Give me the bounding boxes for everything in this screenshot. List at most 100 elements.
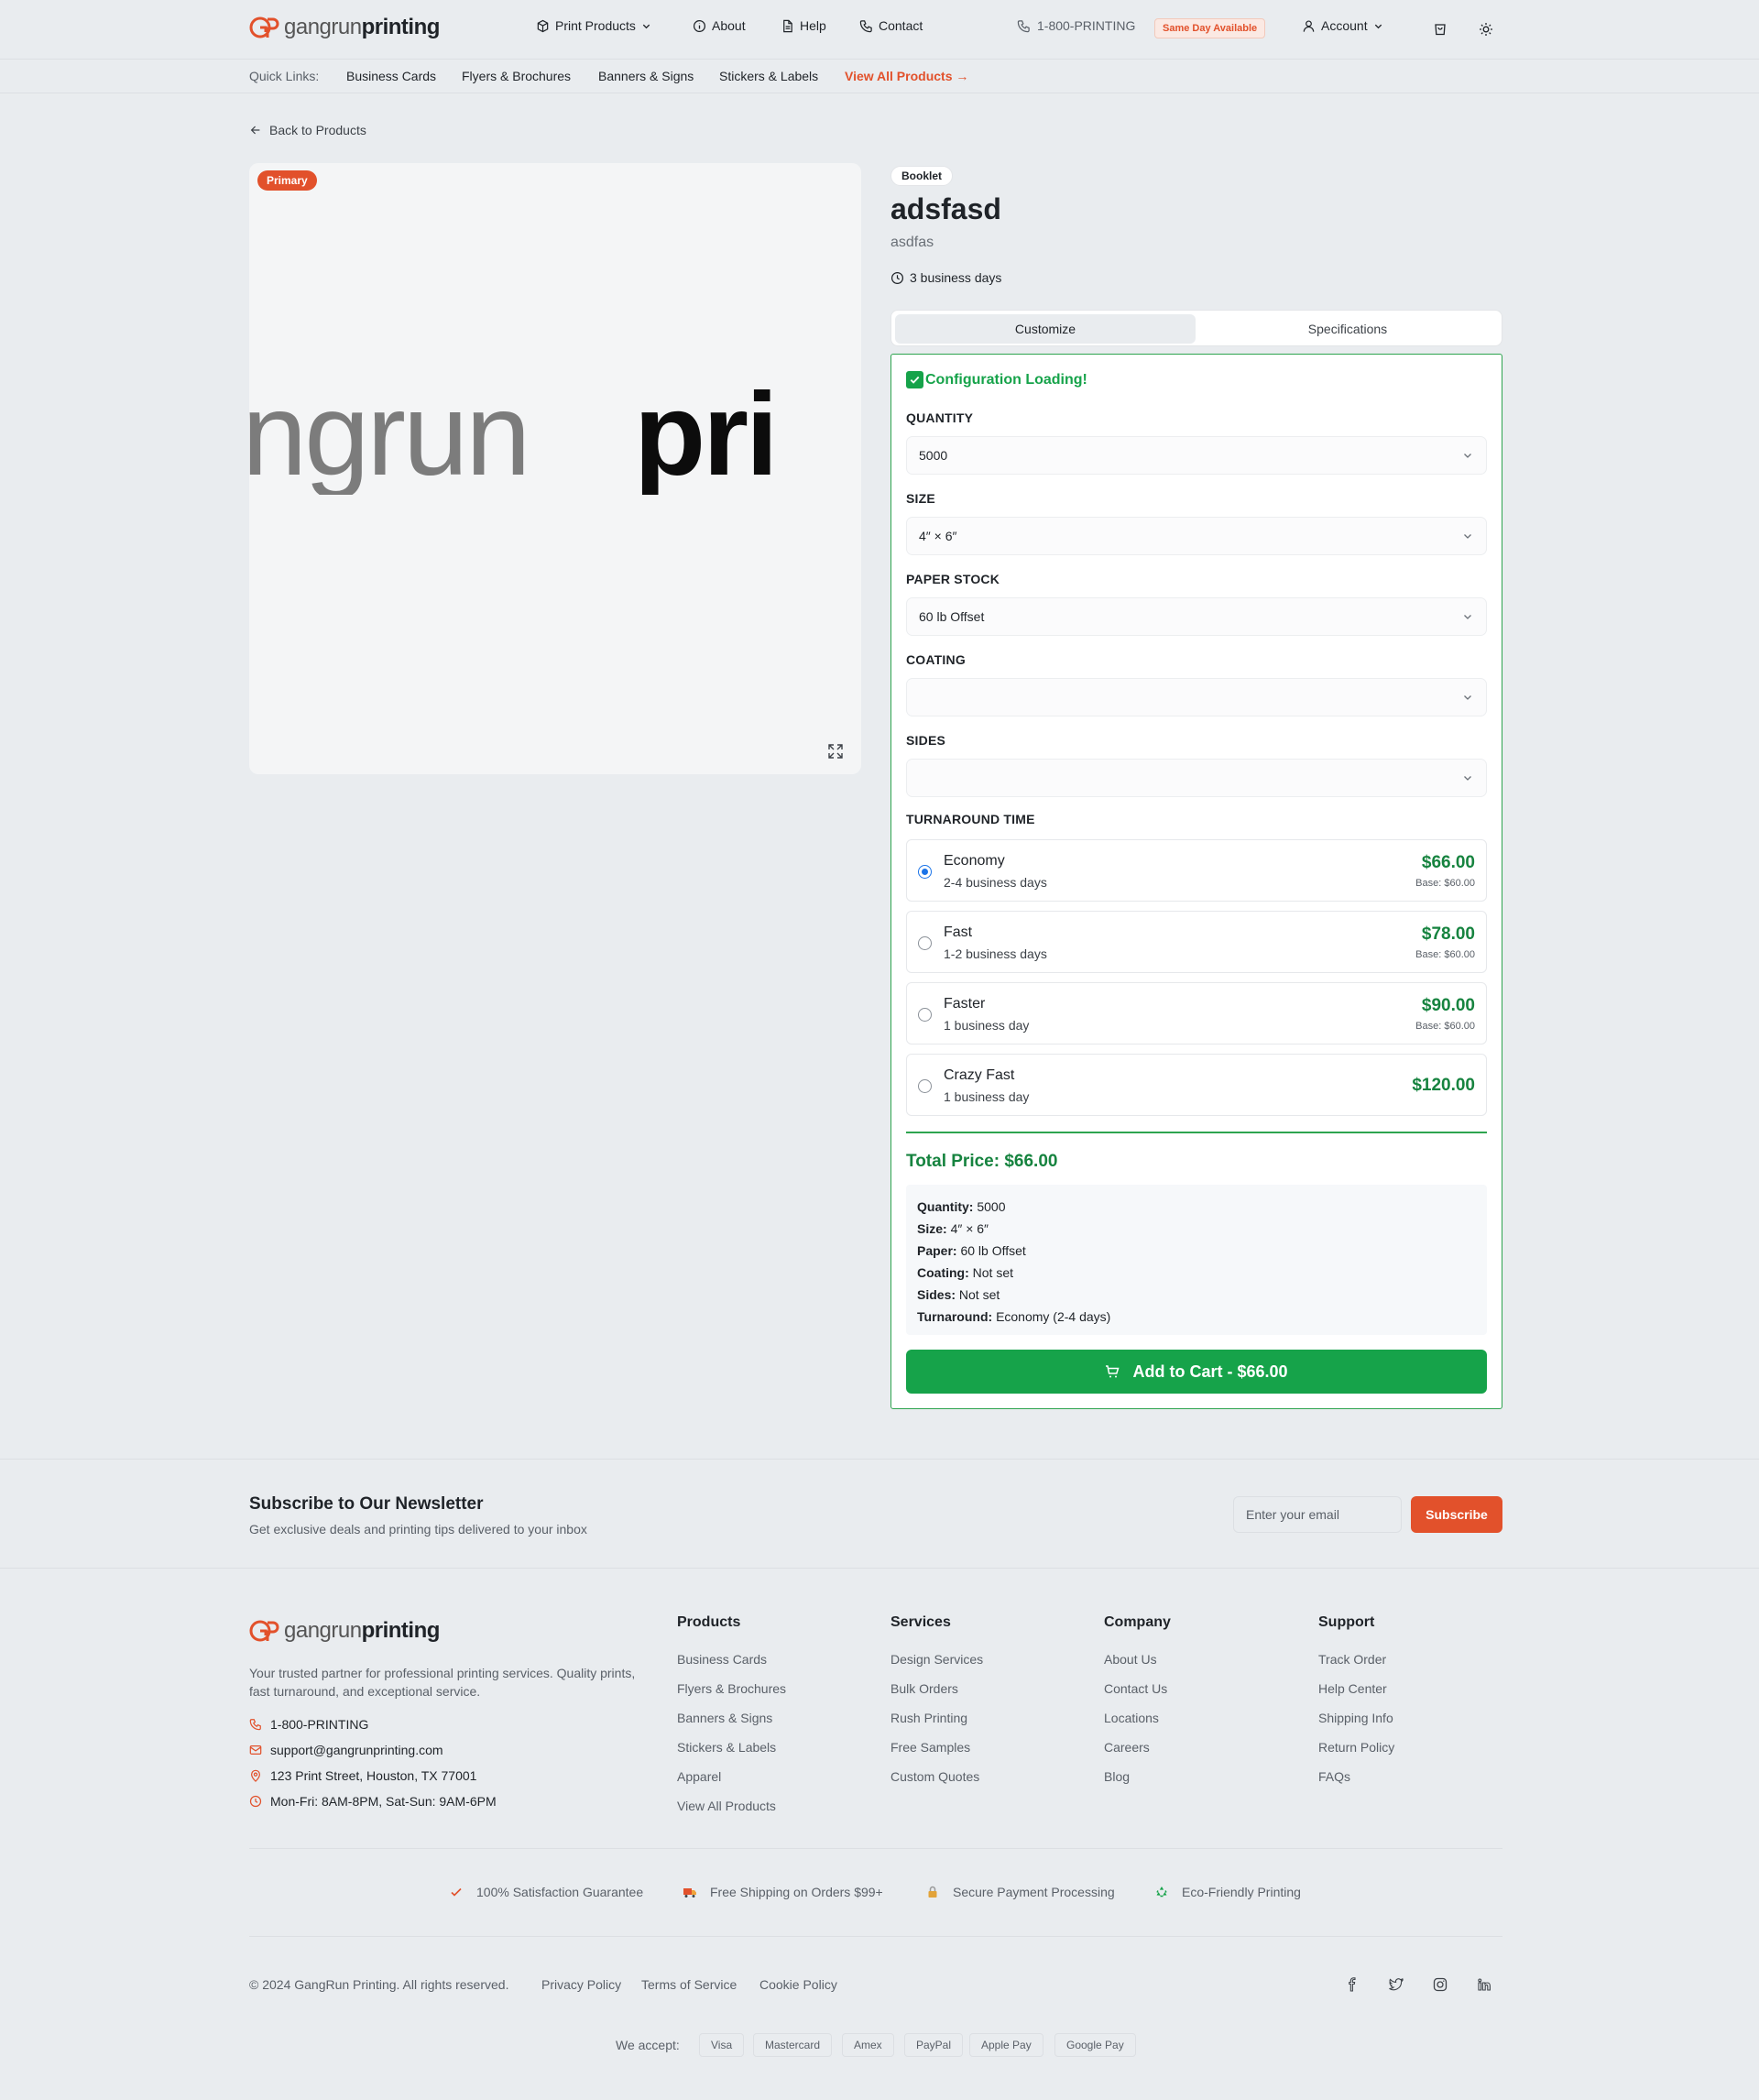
radio-button[interactable] — [918, 865, 932, 879]
lock-icon — [928, 1886, 937, 1898]
facebook-icon[interactable] — [1343, 1975, 1361, 1994]
option-price: $90.00 — [1421, 996, 1475, 1015]
payment-mastercard-badge: Mastercard — [753, 2033, 833, 2057]
nav-about[interactable]: About — [693, 18, 746, 33]
sides-select[interactable] — [906, 759, 1487, 797]
turnaround-option-crazy-fast[interactable]: Crazy Fast 1 business day $120.00 — [906, 1054, 1487, 1116]
quick-links-label: Quick Links: — [249, 69, 320, 83]
option-name: Crazy Fast — [944, 1067, 1015, 1083]
summary-label: Size: — [917, 1221, 947, 1236]
logo-text-bold: printing — [361, 15, 441, 39]
footer-link[interactable]: Bulk Orders — [890, 1681, 958, 1696]
footer-email[interactable]: support@gangrunprinting.com — [249, 1743, 443, 1757]
footer-link[interactable]: Help Center — [1318, 1681, 1387, 1696]
back-to-products-link[interactable]: Back to Products — [249, 123, 366, 137]
check-icon — [451, 1887, 462, 1897]
footer-link[interactable]: Free Samples — [890, 1740, 970, 1755]
footer-link[interactable]: Contact Us — [1104, 1681, 1167, 1696]
product-title: adsfasd — [890, 192, 1001, 225]
total-divider — [906, 1132, 1487, 1133]
footer-link[interactable]: Track Order — [1318, 1652, 1386, 1667]
footer-link[interactable]: Shipping Info — [1318, 1711, 1393, 1725]
turnaround-text: 3 business days — [910, 270, 1002, 285]
footer-col-products-title: Products — [677, 1614, 741, 1630]
quick-link-stickers[interactable]: Stickers & Labels — [719, 69, 818, 83]
theme-toggle[interactable] — [1475, 18, 1497, 40]
privacy-policy-link[interactable]: Privacy Policy — [541, 1977, 621, 1992]
radio-button[interactable] — [918, 936, 932, 950]
footer-col-company-title: Company — [1104, 1614, 1171, 1630]
paper-stock-select[interactable]: 60 lb Offset — [906, 597, 1487, 636]
footer-link[interactable]: About Us — [1104, 1652, 1157, 1667]
terms-of-service-link[interactable]: Terms of Service — [641, 1977, 737, 1992]
tab-specifications[interactable]: Specifications — [1197, 314, 1498, 344]
footer-link[interactable]: Blog — [1104, 1769, 1130, 1784]
linkedin-icon[interactable] — [1475, 1975, 1493, 1994]
quick-link-flyers[interactable]: Flyers & Brochures — [462, 69, 571, 83]
footer-link[interactable]: Custom Quotes — [890, 1769, 979, 1784]
footer-col-services-title: Services — [890, 1614, 951, 1630]
size-select[interactable]: 4″ × 6″ — [906, 517, 1487, 555]
footer-phone[interactable]: 1-800-PRINTING — [249, 1717, 368, 1732]
footer-logo[interactable]: gangrunprinting — [249, 1618, 440, 1644]
option-price: $78.00 — [1421, 924, 1475, 944]
footer-link[interactable]: Apparel — [677, 1769, 721, 1784]
footer-divider — [249, 1848, 1502, 1849]
nav-help[interactable]: Help — [781, 18, 826, 33]
footer-link[interactable]: View All Products — [677, 1799, 776, 1813]
info-icon — [693, 19, 706, 32]
newsletter-email-input[interactable] — [1233, 1496, 1402, 1533]
coating-select[interactable] — [906, 678, 1487, 716]
turnaround-option-fast[interactable]: Fast 1-2 business days $78.00 Base: $60.… — [906, 911, 1487, 973]
cookie-policy-link[interactable]: Cookie Policy — [759, 1977, 837, 1992]
option-days: 2-4 business days — [944, 875, 1047, 890]
footer-link[interactable]: Return Policy — [1318, 1740, 1394, 1755]
instagram-icon[interactable] — [1431, 1975, 1449, 1994]
footer-address-text: 123 Print Street, Houston, TX 77001 — [270, 1768, 477, 1783]
account-menu[interactable]: Account — [1302, 18, 1383, 33]
nav-contact[interactable]: Contact — [859, 18, 923, 33]
radio-button[interactable] — [918, 1079, 932, 1093]
turnaround-option-faster[interactable]: Faster 1 business day $90.00 Base: $60.0… — [906, 982, 1487, 1045]
chevron-down-icon — [1464, 454, 1471, 458]
cart-button[interactable] — [1429, 18, 1451, 40]
tab-customize[interactable]: Customize — [895, 314, 1196, 344]
payment-amex-badge: Amex — [842, 2033, 894, 2057]
quick-link-banners[interactable]: Banners & Signs — [598, 69, 694, 83]
add-to-cart-button[interactable]: Add to Cart - $66.00 — [906, 1350, 1487, 1394]
summary-value: Not set — [972, 1265, 1014, 1280]
footer-link[interactable]: FAQs — [1318, 1769, 1350, 1784]
option-base-price: Base: $60.00 — [1415, 949, 1475, 960]
twitter-icon[interactable] — [1387, 1975, 1405, 1994]
checkmark-icon — [906, 371, 923, 388]
chevron-down-icon — [1374, 24, 1382, 28]
footer-link[interactable]: Banners & Signs — [677, 1711, 772, 1725]
footer-link[interactable]: Rush Printing — [890, 1711, 967, 1725]
quick-link-business-cards[interactable]: Business Cards — [346, 69, 436, 83]
footer-link[interactable]: Business Cards — [677, 1652, 767, 1667]
nav-print-products-label: Print Products — [555, 18, 636, 33]
feature-secure-payment: Secure Payment Processing — [925, 1885, 1115, 1899]
radio-button[interactable] — [918, 1008, 932, 1022]
clock-icon — [249, 1795, 262, 1808]
footer-link[interactable]: Locations — [1104, 1711, 1159, 1725]
same-day-badge: Same Day Available — [1154, 18, 1266, 38]
site-logo[interactable]: gangrunprinting — [249, 15, 440, 40]
config-status-text: Configuration Loading! — [925, 371, 1087, 388]
footer-link[interactable]: Stickers & Labels — [677, 1740, 776, 1755]
quantity-select[interactable]: 5000 — [906, 436, 1487, 475]
subscribe-button[interactable]: Subscribe — [1411, 1496, 1502, 1533]
footer-link[interactable]: Design Services — [890, 1652, 983, 1667]
header-phone[interactable]: 1-800-PRINTING — [1017, 18, 1135, 33]
turnaround-option-economy[interactable]: Economy 2-4 business days $66.00 Base: $… — [906, 839, 1487, 902]
option-days: 1 business day — [944, 1089, 1030, 1104]
summary-value: 5000 — [977, 1199, 1006, 1214]
footer-link[interactable]: Careers — [1104, 1740, 1150, 1755]
footer-link[interactable]: Flyers & Brochures — [677, 1681, 786, 1696]
sun-icon — [1480, 23, 1492, 36]
footer-address: 123 Print Street, Houston, TX 77001 — [249, 1768, 476, 1783]
nav-print-products[interactable]: Print Products — [536, 18, 651, 33]
expand-icon[interactable] — [826, 742, 845, 760]
feature-free-shipping: Free Shipping on Orders $99+ — [683, 1885, 883, 1899]
quick-link-view-all[interactable]: View All Products → — [845, 69, 968, 83]
